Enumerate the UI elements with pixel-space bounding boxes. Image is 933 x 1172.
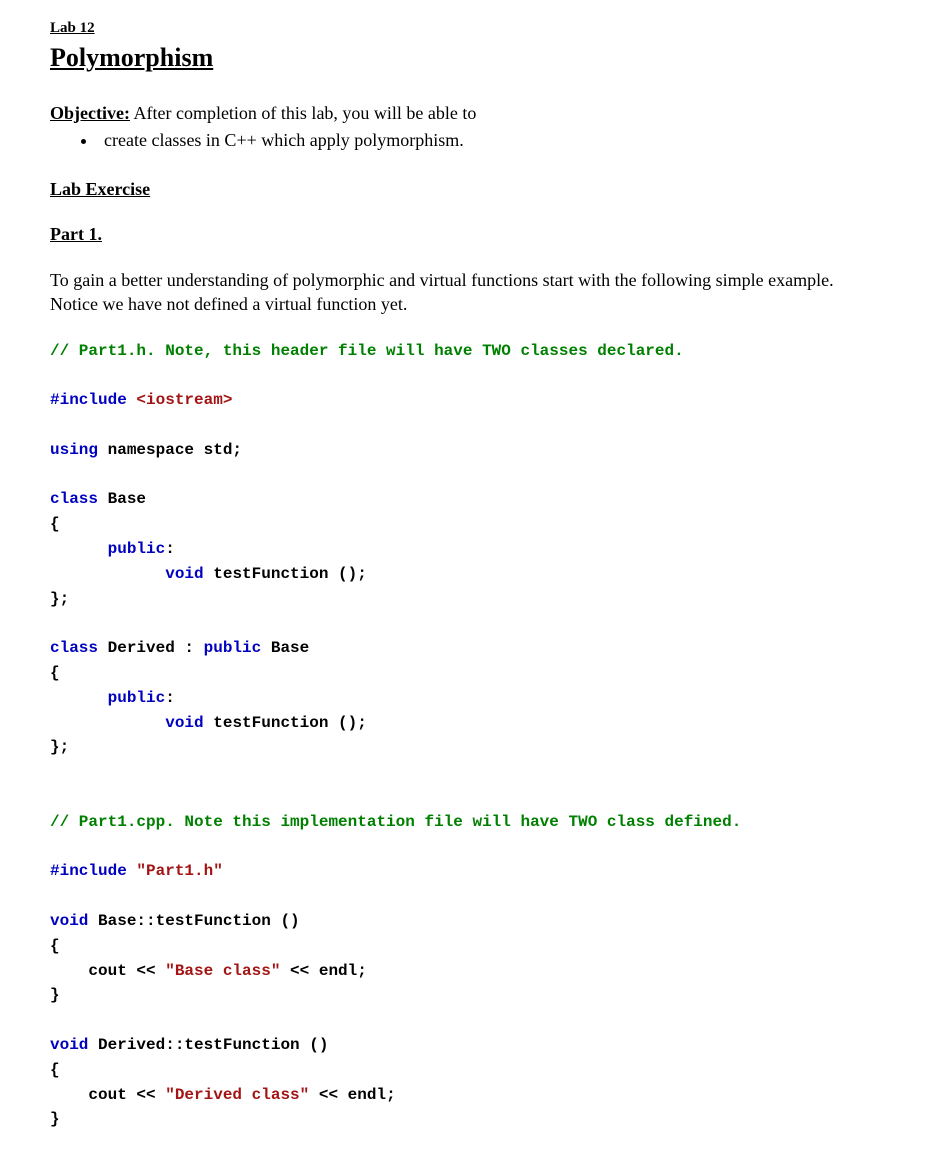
code-keyword: public: [108, 689, 166, 707]
code-indent: [50, 714, 165, 732]
code-text: {: [50, 515, 60, 533]
code-text: testFunction ();: [213, 714, 367, 732]
code-text: cout <<: [88, 962, 165, 980]
code-text: };: [50, 590, 69, 608]
code-text: Derived :: [108, 639, 204, 657]
code-text: namespace std;: [108, 441, 242, 459]
objective-bullet: create classes in C++ which apply polymo…: [98, 128, 883, 153]
part1-paragraph: To gain a better understanding of polymo…: [50, 269, 883, 317]
code-keyword: public: [108, 540, 166, 558]
code-text: Base: [108, 490, 146, 508]
code-text: :: [165, 689, 175, 707]
objective-list: create classes in C++ which apply polymo…: [50, 128, 883, 153]
code-indent: [50, 565, 165, 583]
code-header: "Part1.h": [136, 862, 222, 880]
code-keyword: #include: [50, 391, 136, 409]
code-keyword: class: [50, 490, 108, 508]
code-string: "Derived class": [165, 1086, 309, 1104]
code-text: {: [50, 1061, 60, 1079]
code-string: "Base class": [165, 962, 280, 980]
code-indent: [50, 1086, 88, 1104]
code-text: << endl;: [280, 962, 366, 980]
code-indent: [50, 962, 88, 980]
code-text: {: [50, 937, 60, 955]
code-keyword: void: [50, 1036, 98, 1054]
code-text: {: [50, 664, 60, 682]
lab-number: Lab 12: [50, 20, 883, 37]
code-keyword: void: [50, 912, 98, 930]
code-comment: // Part1.h. Note, this header file will …: [50, 342, 684, 360]
code-text: << endl;: [309, 1086, 395, 1104]
code-indent: [50, 540, 108, 558]
code-comment: // Part1.cpp. Note this implementation f…: [50, 813, 741, 831]
document-page: Lab 12 Polymorphism Objective: After com…: [0, 0, 933, 1172]
code-keyword: public: [204, 639, 271, 657]
code-text: };: [50, 738, 69, 756]
page-title: Polymorphism: [50, 43, 883, 73]
code-text: testFunction ();: [213, 565, 367, 583]
code-text: Base: [271, 639, 309, 657]
part1-heading: Part 1.: [50, 224, 883, 245]
code-keyword: void: [165, 714, 213, 732]
code-text: Base::testFunction (): [98, 912, 300, 930]
code-keyword: class: [50, 639, 108, 657]
code-keyword: using: [50, 441, 108, 459]
code-text: }: [50, 986, 60, 1004]
objective-line: Objective: After completion of this lab,…: [50, 103, 883, 124]
code-indent: [50, 689, 108, 707]
code-text: cout <<: [88, 1086, 165, 1104]
code-header: <iostream>: [136, 391, 232, 409]
objective-intro: After completion of this lab, you will b…: [130, 103, 476, 123]
code-text: :: [165, 540, 175, 558]
code-text: }: [50, 1110, 60, 1128]
code-keyword: #include: [50, 862, 136, 880]
objective-label: Objective:: [50, 103, 130, 123]
code-keyword: void: [165, 565, 213, 583]
code-block: // Part1.h. Note, this header file will …: [50, 339, 883, 1133]
lab-exercise-heading: Lab Exercise: [50, 179, 883, 200]
code-text: Derived::testFunction (): [98, 1036, 328, 1054]
